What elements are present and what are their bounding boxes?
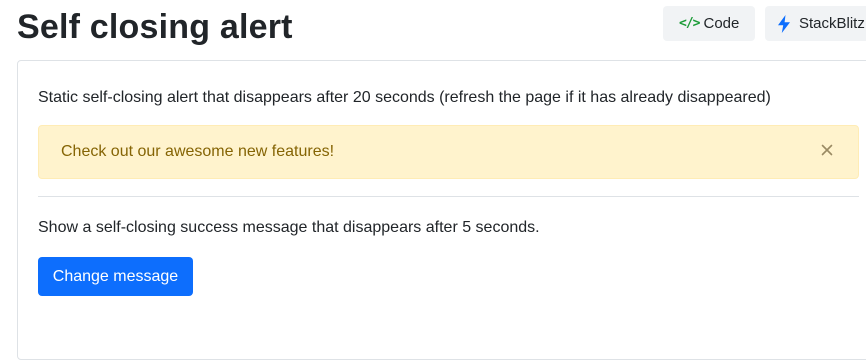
warning-alert: Check out our awesome new features! — [38, 125, 859, 179]
change-message-button[interactable]: Change message — [38, 257, 193, 296]
lightning-bolt-icon — [778, 14, 790, 33]
code-icon: </> — [679, 16, 701, 31]
alert-message: Check out our awesome new features! — [61, 143, 335, 160]
page-title: Self closing alert — [17, 8, 293, 46]
divider — [38, 196, 859, 197]
success-description: Show a self-closing success message that… — [38, 219, 540, 236]
intro-text: Static self-closing alert that disappear… — [38, 89, 771, 106]
code-button[interactable]: </> Code — [663, 6, 755, 41]
close-icon[interactable] — [820, 143, 834, 157]
stackblitz-button-label: StackBlitz — [799, 15, 865, 32]
stackblitz-button[interactable]: StackBlitz — [765, 6, 866, 41]
code-button-label: Code — [703, 15, 740, 32]
